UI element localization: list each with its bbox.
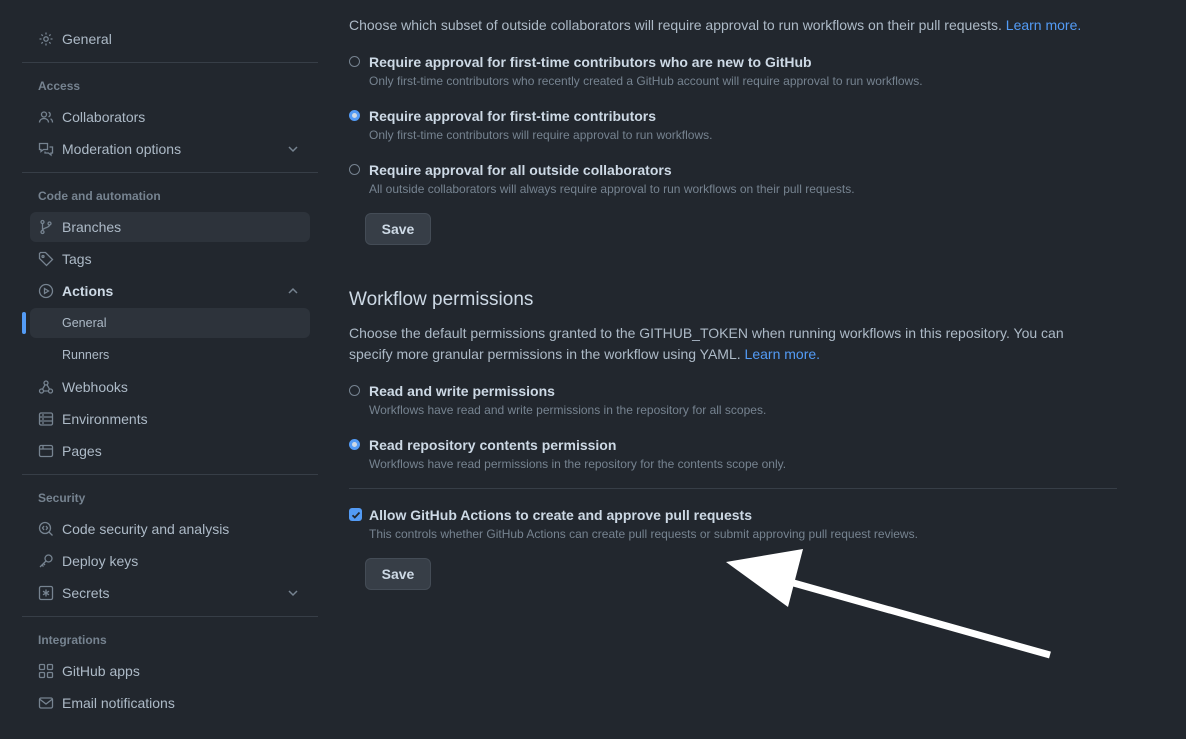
annotation-arrow <box>726 549 1051 659</box>
